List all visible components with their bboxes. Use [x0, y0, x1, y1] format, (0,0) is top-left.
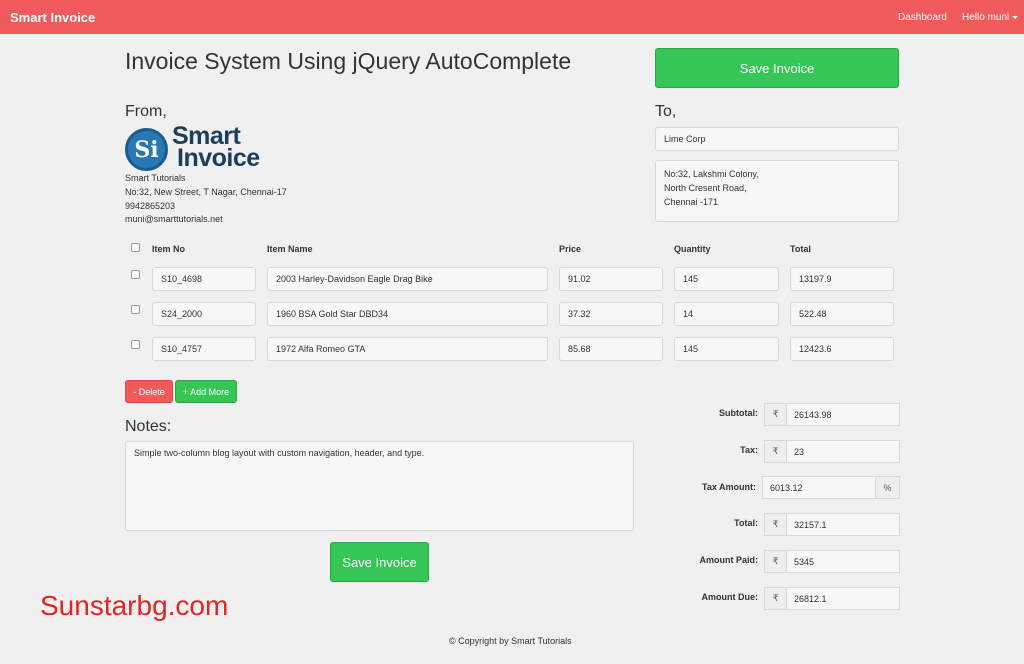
total-input[interactable]: 12423.6: [790, 337, 894, 361]
add-more-button[interactable]: + Add More: [175, 380, 237, 403]
currency-icon: ₹: [764, 513, 787, 536]
delete-rows-button[interactable]: - Delete: [125, 380, 173, 403]
amount-paid-input[interactable]: 5345: [786, 550, 900, 573]
page-title: Invoice System Using jQuery AutoComplete: [125, 48, 572, 74]
th-total: Total: [790, 244, 811, 254]
watermark: Sunstarbg.com: [40, 590, 229, 621]
tax-input[interactable]: 23: [786, 440, 900, 463]
save-invoice-button-bottom[interactable]: Save Invoice: [330, 542, 429, 582]
from-email: muni@smarttutorials.net: [125, 214, 223, 224]
brand-link[interactable]: Smart Invoice: [10, 10, 95, 25]
total-label: Total:: [734, 518, 758, 528]
footer-copyright: © Copyright by Smart Tutorials: [449, 636, 572, 646]
quantity-input[interactable]: 145: [674, 267, 779, 291]
currency-icon: ₹: [764, 403, 787, 426]
user-menu[interactable]: Hello muni: [962, 12, 1019, 23]
item-no-input[interactable]: S24_2000: [152, 302, 256, 326]
select-all-checkbox[interactable]: [131, 243, 140, 252]
percent-icon: %: [875, 476, 900, 499]
amount-due-label: Amount Due:: [701, 592, 759, 602]
company-logo: Si Smart Invoice: [125, 124, 275, 171]
logo-mark-icon: Si: [125, 128, 168, 171]
subtotal-input[interactable]: 26143.98: [786, 403, 900, 426]
price-input[interactable]: 37.32: [559, 302, 663, 326]
tax-amount-input[interactable]: 6013.12: [762, 476, 876, 499]
currency-icon: ₹: [764, 587, 787, 610]
amount-paid-label: Amount Paid:: [699, 555, 759, 565]
to-address-textarea[interactable]: No:32, Lakshmi Colony, North Cresent Roa…: [655, 160, 899, 222]
th-price: Price: [559, 244, 582, 254]
item-no-input[interactable]: S10_4698: [152, 267, 256, 291]
currency-icon: ₹: [764, 440, 787, 463]
th-item-name: Item Name: [267, 244, 313, 254]
th-item-no: Item No: [152, 244, 186, 254]
amount-due-input[interactable]: 26812.1: [786, 587, 900, 610]
row-checkbox[interactable]: [131, 305, 140, 314]
row-checkbox[interactable]: [131, 340, 140, 349]
from-address: No:32, New Street, T Nagar, Chennai-17: [125, 187, 287, 197]
total-input[interactable]: 13197.9: [790, 267, 894, 291]
th-quantity: Quantity: [674, 244, 711, 254]
total-input[interactable]: 522.48: [790, 302, 894, 326]
from-phone: 9942865203: [125, 201, 176, 211]
save-invoice-button-top[interactable]: Save Invoice: [655, 48, 899, 88]
price-input[interactable]: 91.02: [559, 267, 663, 291]
navbar: Smart Invoice Dashboard Hello muni: [0, 0, 1024, 34]
nav-dashboard-link[interactable]: Dashboard: [898, 12, 947, 23]
to-label: To,: [655, 103, 677, 120]
subtotal-label: Subtotal:: [719, 408, 758, 418]
from-company: Smart Tutorials: [125, 173, 186, 183]
row-checkbox[interactable]: [131, 270, 140, 279]
quantity-input[interactable]: 145: [674, 337, 779, 361]
tax-amount-label: Tax Amount:: [702, 482, 756, 492]
item-name-input[interactable]: 1972 Alfa Romeo GTA: [267, 337, 548, 361]
notes-label: Notes:: [125, 418, 172, 435]
from-label: From,: [125, 103, 167, 120]
price-input[interactable]: 85.68: [559, 337, 663, 361]
quantity-input[interactable]: 14: [674, 302, 779, 326]
currency-icon: ₹: [764, 550, 787, 573]
tax-label: Tax:: [740, 445, 758, 455]
to-company-input[interactable]: Lime Corp: [655, 127, 899, 151]
total-input-summary[interactable]: 32157.1: [786, 513, 900, 536]
item-name-input[interactable]: 1960 BSA Gold Star DBD34: [267, 302, 548, 326]
caret-down-icon: [1012, 15, 1019, 19]
notes-textarea[interactable]: Simple two-column blog layout with custo…: [125, 441, 634, 531]
item-no-input[interactable]: S10_4757: [152, 337, 256, 361]
user-menu-label: Hello muni: [962, 12, 1010, 23]
item-name-input[interactable]: 2003 Harley-Davidson Eagle Drag Bike: [267, 267, 548, 291]
